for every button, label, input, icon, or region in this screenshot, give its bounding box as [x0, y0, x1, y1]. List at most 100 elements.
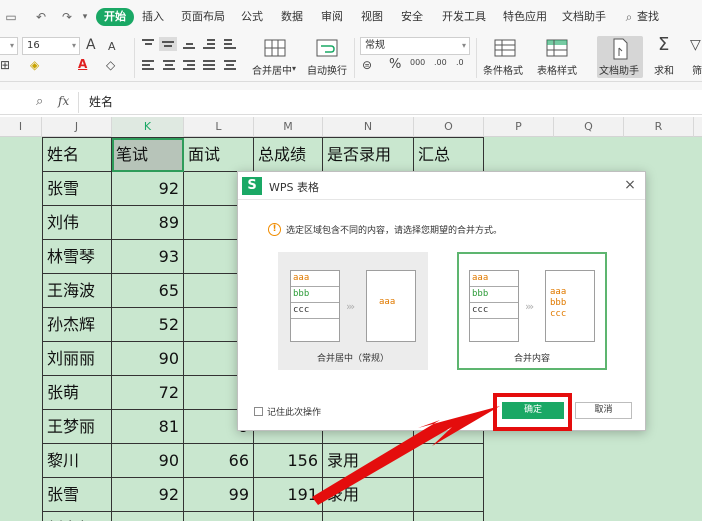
cell-written[interactable]: 92	[112, 478, 184, 512]
font-shrink-icon[interactable]: A	[108, 40, 116, 54]
distributed-icon[interactable]	[224, 60, 238, 70]
column-header[interactable]: I	[0, 117, 42, 137]
doc-assistant-button[interactable]: 文档助手	[597, 36, 643, 78]
cell-hired[interactable]: 录用	[323, 444, 414, 478]
sum-icon[interactable]: Σ	[658, 36, 669, 54]
align-center-icon[interactable]	[163, 60, 177, 70]
cell-hired[interactable]: 录用	[323, 478, 414, 512]
filter-button[interactable]: 筛	[692, 62, 702, 77]
table-style-icon[interactable]	[546, 38, 568, 58]
align-top-icon[interactable]	[142, 39, 156, 49]
cell-name[interactable]: 张萌	[43, 376, 112, 410]
close-icon[interactable]: ×	[621, 176, 639, 194]
cell-summary[interactable]	[414, 478, 484, 512]
currency-icon[interactable]: ⊜	[362, 58, 372, 72]
redo-icon[interactable]: ↷	[60, 10, 74, 24]
cell-name[interactable]: 刘伟	[43, 206, 112, 240]
header-cell-name[interactable]: 姓名	[43, 138, 112, 172]
column-header[interactable]: R	[624, 117, 694, 137]
cell-total[interactable]: 191	[254, 478, 323, 512]
cell-name[interactable]: 刘力扬	[43, 512, 112, 521]
cell-interview[interactable]: 99	[184, 478, 254, 512]
column-header[interactable]: O	[414, 117, 484, 137]
cell-name[interactable]: 孙杰辉	[43, 308, 112, 342]
cell-interview[interactable]: 66	[184, 444, 254, 478]
tab-developer[interactable]: 开发工具	[442, 8, 486, 26]
fx-icon[interactable]: fx	[58, 94, 69, 108]
percent-icon[interactable]: %	[389, 58, 401, 72]
zoom-search-icon[interactable]: ⌕	[36, 94, 43, 109]
search-icon[interactable]: ⌕	[622, 10, 636, 24]
header-cell-hired[interactable]: 是否录用	[323, 138, 414, 172]
cell-total[interactable]: 156	[254, 444, 323, 478]
cell-interview[interactable]: 90	[184, 512, 254, 521]
column-header[interactable]: M	[254, 117, 323, 137]
decrease-decimal-icon[interactable]: .0	[456, 56, 464, 70]
cell-written[interactable]: 81	[112, 410, 184, 444]
tab-special-apps[interactable]: 特色应用	[503, 8, 547, 26]
header-cell-total[interactable]: 总成绩	[254, 138, 323, 172]
table-style-button[interactable]: 表格样式	[537, 62, 577, 77]
font-color-icon[interactable]: A	[78, 57, 87, 71]
option-merge-center[interactable]: aaa bbb ccc ››› aaa 合并居中（常规）	[278, 252, 428, 370]
header-cell-interview[interactable]: 面试	[184, 138, 254, 172]
thousands-icon[interactable]: 000	[410, 56, 425, 70]
cell-name[interactable]: 张雪	[43, 172, 112, 206]
column-header[interactable]: J	[42, 117, 112, 137]
font-name-select[interactable]: ▾	[0, 37, 18, 55]
clear-format-icon[interactable]: ◇	[106, 58, 115, 72]
option-merge-content[interactable]: aaa bbb ccc ››› aaa bbb ccc 合并内容	[457, 252, 607, 370]
fill-color-icon[interactable]: ◈	[30, 58, 39, 72]
font-size-select[interactable]: 16 ▾	[22, 37, 80, 55]
print-preview-icon[interactable]: ▭	[4, 10, 18, 24]
cell-name[interactable]: 王梦丽	[43, 410, 112, 444]
wrap-text-icon[interactable]	[316, 38, 338, 58]
tab-insert[interactable]: 插入	[142, 8, 164, 26]
indent-icon[interactable]	[203, 39, 217, 49]
justify-icon[interactable]	[203, 60, 217, 70]
column-header-selected[interactable]: K	[112, 117, 184, 137]
cancel-button[interactable]: 取消	[575, 402, 632, 419]
cell-name[interactable]: 黎川	[43, 444, 112, 478]
cell-written[interactable]: 90	[112, 342, 184, 376]
merge-center-icon[interactable]	[264, 38, 286, 58]
align-left-icon[interactable]	[142, 60, 156, 70]
number-format-select[interactable]: 常规 ▾	[360, 37, 470, 55]
formula-input[interactable]: 姓名	[78, 92, 702, 113]
conditional-format-icon[interactable]	[494, 38, 516, 58]
cell-written[interactable]: 93	[112, 240, 184, 274]
cell-name[interactable]: 王海波	[43, 274, 112, 308]
header-cell-summary[interactable]: 汇总	[414, 138, 484, 172]
cell-summary[interactable]	[414, 444, 484, 478]
header-cell-written[interactable]: 笔试	[112, 138, 184, 172]
tab-view[interactable]: 视图	[361, 8, 383, 26]
wrap-text-button[interactable]: 自动换行	[307, 62, 347, 77]
tab-review[interactable]: 审阅	[321, 8, 343, 26]
column-header[interactable]: Q	[554, 117, 624, 137]
remember-checkbox[interactable]: 记住此次操作	[254, 405, 321, 418]
cell-written[interactable]: 65	[112, 274, 184, 308]
column-header[interactable]: P	[484, 117, 554, 137]
column-header[interactable]: L	[184, 117, 254, 137]
tab-formulas[interactable]: 公式	[241, 8, 263, 26]
conditional-format-button[interactable]: 条件格式	[483, 62, 523, 77]
checkbox-box[interactable]	[254, 407, 263, 416]
align-middle-icon[interactable]	[159, 37, 177, 51]
filter-icon[interactable]: ▽	[690, 38, 701, 52]
cell-name[interactable]: 张雪	[43, 478, 112, 512]
cell-written[interactable]: 89	[112, 206, 184, 240]
sum-button[interactable]: 求和	[654, 62, 674, 77]
tab-home[interactable]: 开始	[96, 8, 134, 26]
tab-data[interactable]: 数据	[281, 8, 303, 26]
tab-security[interactable]: 安全	[401, 8, 423, 26]
font-grow-icon[interactable]: A	[86, 38, 96, 52]
increase-decimal-icon[interactable]: .00	[434, 56, 447, 70]
cell-summary[interactable]	[414, 512, 484, 521]
outdent-icon[interactable]	[224, 39, 238, 49]
borders-icon[interactable]: ⊞	[0, 58, 10, 72]
cell-written[interactable]: 90	[112, 444, 184, 478]
merge-center-button[interactable]: 合并居中	[252, 62, 292, 77]
tab-doc-assistant[interactable]: 文档助手	[562, 8, 606, 26]
cell-written[interactable]: 72	[112, 376, 184, 410]
cell-name[interactable]: 林雪琴	[43, 240, 112, 274]
